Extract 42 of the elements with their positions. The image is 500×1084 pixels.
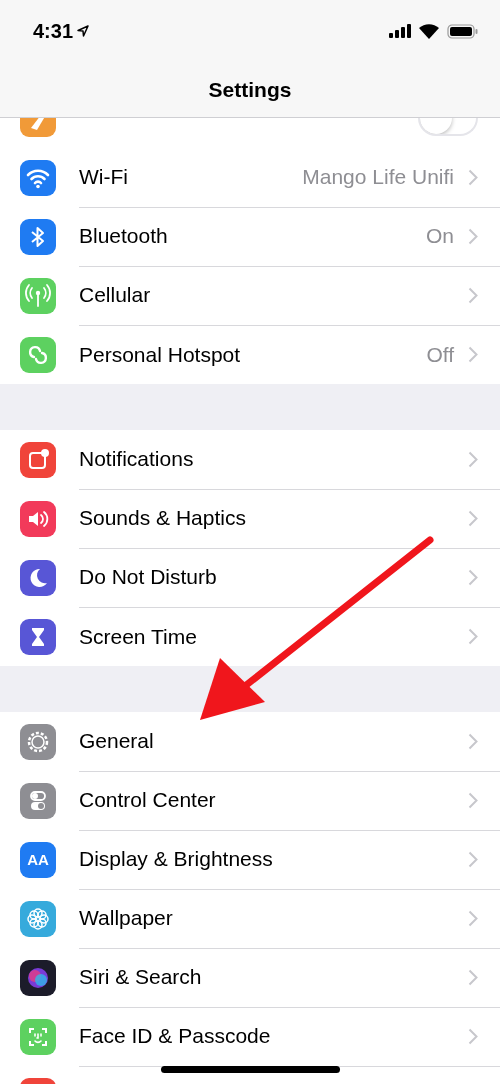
flower-icon bbox=[20, 900, 56, 937]
bluetooth-icon bbox=[20, 218, 56, 255]
chevron-icon bbox=[468, 850, 478, 868]
chevron-icon bbox=[468, 568, 478, 586]
antenna-icon bbox=[20, 277, 56, 314]
wifi-icon bbox=[20, 159, 56, 196]
screen-title: Settings bbox=[207, 77, 293, 103]
row-label[interactable]: Display & Brightness bbox=[79, 847, 468, 871]
chevron-icon bbox=[468, 909, 478, 927]
chevron-icon bbox=[468, 791, 478, 809]
chevron-icon bbox=[468, 286, 478, 304]
face-scan-icon bbox=[20, 1018, 56, 1055]
status-time: 4:31 bbox=[33, 19, 74, 43]
toggles-icon bbox=[20, 782, 56, 819]
chevron-icon bbox=[468, 450, 478, 468]
chevron-icon bbox=[468, 628, 478, 645]
chevron-icon bbox=[468, 227, 478, 245]
moon-icon bbox=[20, 559, 56, 596]
wifi-icon bbox=[419, 23, 439, 39]
chevron-icon bbox=[468, 968, 478, 986]
battery-icon bbox=[447, 23, 478, 39]
row-label[interactable]: Wi-Fi bbox=[79, 165, 303, 189]
orb-icon bbox=[20, 959, 56, 996]
signal-icon bbox=[389, 24, 411, 38]
text-size-icon: AA bbox=[20, 841, 56, 878]
row-value: Off bbox=[426, 342, 454, 367]
location-arrow-icon bbox=[77, 25, 90, 37]
row-value: On bbox=[426, 224, 454, 248]
chevron-icon bbox=[468, 1027, 478, 1045]
gear-icon bbox=[20, 723, 56, 760]
chevron-icon bbox=[468, 732, 478, 750]
notification-icon bbox=[20, 441, 56, 478]
chain-icon bbox=[20, 336, 56, 373]
chevron-icon bbox=[468, 168, 478, 186]
hourglass-icon bbox=[20, 618, 56, 655]
row-value: Mango Life Unifi bbox=[302, 165, 454, 189]
chevron-icon bbox=[468, 346, 478, 363]
row-label[interactable]: Personal Hotspot bbox=[79, 342, 427, 367]
row-label[interactable]: Bluetooth bbox=[79, 224, 426, 248]
speaker-icon bbox=[20, 500, 56, 537]
toggle-switch[interactable] bbox=[418, 118, 478, 136]
chevron-icon bbox=[468, 509, 478, 527]
